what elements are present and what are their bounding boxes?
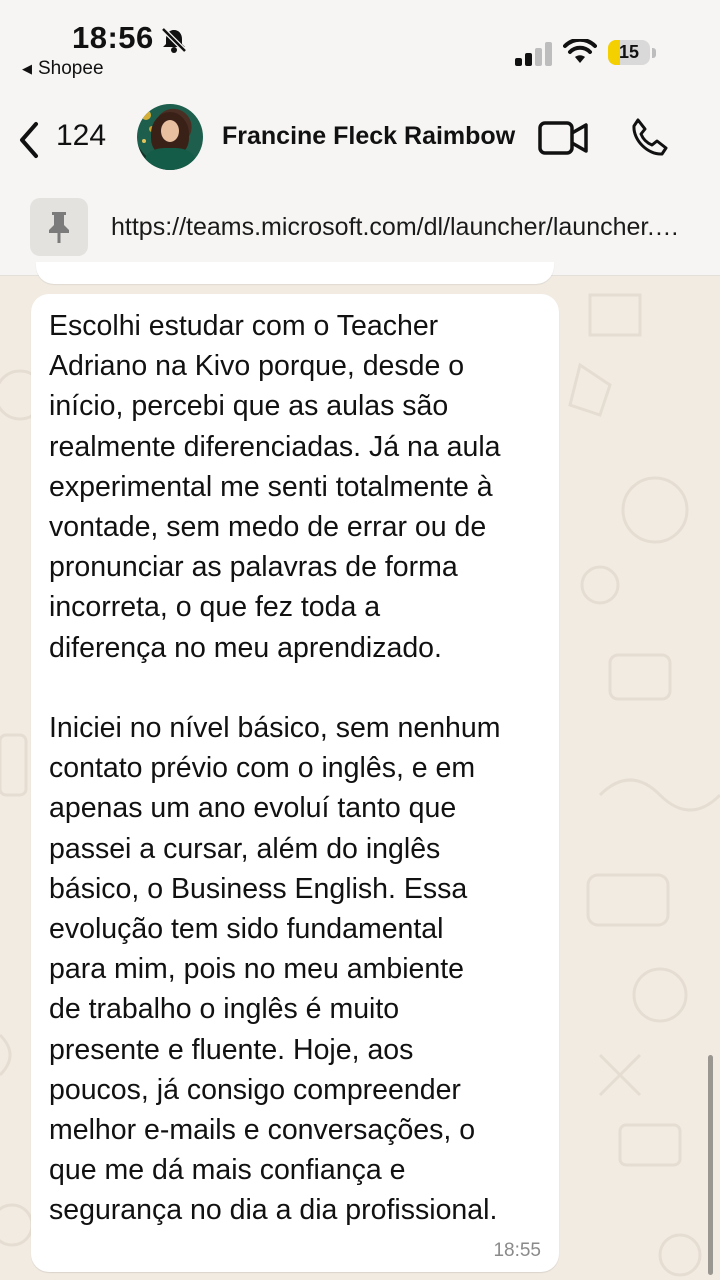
pin-icon [49, 212, 69, 243]
message-text: Escolhi estudar com o Teacher Adriano na… [49, 306, 549, 1231]
status-time: 18:56 [72, 20, 154, 55]
battery-indicator: 15 [608, 40, 658, 67]
back-app-label: Shopee [38, 58, 104, 79]
contact-name[interactable]: Francine Fleck Raimbow [222, 122, 515, 151]
video-call-icon[interactable] [538, 120, 590, 156]
phone-call-icon[interactable] [628, 116, 672, 160]
scrollbar[interactable] [708, 1055, 713, 1275]
message-bubble[interactable]: Escolhi estudar com o Teacher Adriano na… [31, 294, 559, 1272]
chat-header: 18:56 ◀ Shopee 15 124 Francine Fleck Raim… [0, 0, 720, 276]
message-paragraph-2: Iniciei no nível básico, sem nenhum cont… [49, 712, 501, 1227]
pinned-message-bar[interactable]: https://teams.microsoft.com/dl/launcher/… [0, 185, 720, 271]
cell-signal-icon [515, 42, 552, 66]
wifi-icon [563, 39, 597, 63]
back-triangle-icon: ◀ [22, 61, 32, 76]
bell-muted-icon [161, 27, 187, 53]
pinned-url[interactable]: https://teams.microsoft.com/dl/launcher/… [111, 213, 691, 242]
chevron-left-icon[interactable] [14, 118, 44, 162]
message-paragraph-1: Escolhi estudar com o Teacher Adriano na… [49, 310, 501, 664]
unread-count[interactable]: 124 [56, 119, 106, 153]
contact-avatar[interactable] [137, 104, 203, 170]
message-timestamp: 18:55 [493, 1240, 541, 1261]
pin-icon-box [30, 198, 88, 256]
previous-message-bubble[interactable] [36, 262, 554, 284]
battery-level: 15 [618, 42, 640, 62]
back-to-app-link[interactable]: ◀ Shopee [22, 58, 104, 80]
